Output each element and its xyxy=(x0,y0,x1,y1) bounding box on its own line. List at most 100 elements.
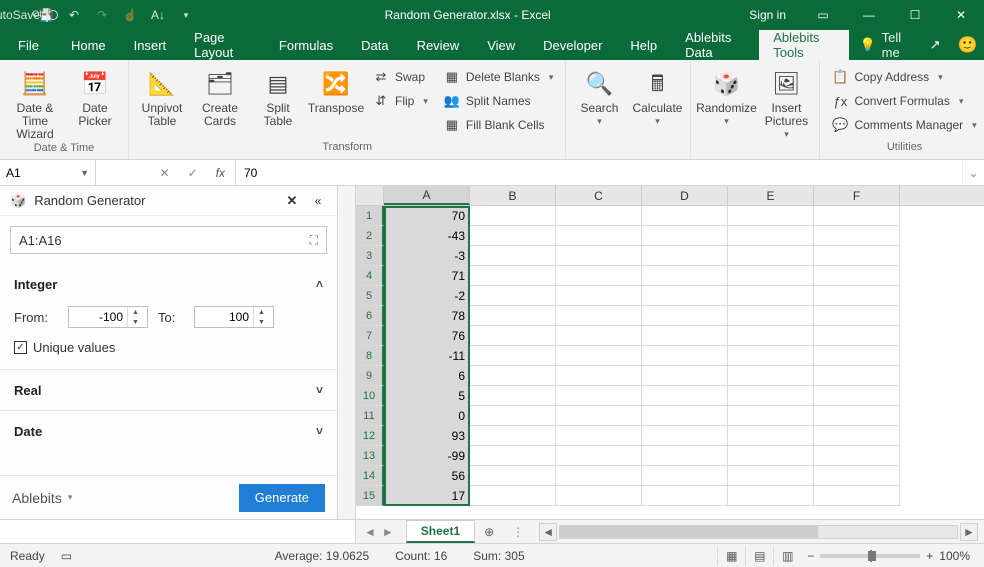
to-spinner[interactable]: ▲▼ xyxy=(194,306,274,328)
cell[interactable] xyxy=(728,446,814,466)
tab-review[interactable]: Review xyxy=(403,30,474,60)
cell[interactable] xyxy=(556,386,642,406)
cell[interactable] xyxy=(814,366,900,386)
ablebits-menu[interactable]: Ablebits xyxy=(12,490,72,506)
cell[interactable] xyxy=(556,366,642,386)
tab-page-layout[interactable]: Page Layout xyxy=(180,30,265,60)
cell[interactable]: 17 xyxy=(384,486,470,506)
cell[interactable] xyxy=(470,306,556,326)
spin-up-icon[interactable]: ▲ xyxy=(254,307,269,317)
row-header[interactable]: 3 xyxy=(356,246,384,266)
cell[interactable] xyxy=(470,266,556,286)
minimize-icon[interactable]: — xyxy=(846,0,892,30)
close-icon[interactable]: ✕ xyxy=(283,193,301,209)
grid-rows[interactable]: 1702-433-34715-26787768-1196105110129313… xyxy=(356,206,984,519)
sheet-tab-sheet1[interactable]: Sheet1 xyxy=(406,520,475,543)
flip-button[interactable]: ⇵Flip xyxy=(367,90,434,112)
expand-formula-bar-icon[interactable]: ⌄ xyxy=(962,160,984,185)
chevron-down-icon[interactable]: ▼ xyxy=(80,168,89,178)
row-header[interactable]: 13 xyxy=(356,446,384,466)
undo-icon[interactable]: ↶ xyxy=(60,0,88,30)
view-page-break-icon[interactable]: ▥ xyxy=(773,546,801,566)
sheet-nav-prev-icon[interactable]: ◄ xyxy=(364,525,376,539)
split-names-button[interactable]: 👥Split Names xyxy=(438,90,560,112)
select-all-corner[interactable] xyxy=(356,186,384,205)
tab-data[interactable]: Data xyxy=(347,30,402,60)
cell[interactable] xyxy=(642,326,728,346)
cell[interactable] xyxy=(814,346,900,366)
autosave-toggle[interactable]: AutoSave Off xyxy=(4,0,32,30)
cell[interactable] xyxy=(470,466,556,486)
spin-down-icon[interactable]: ▼ xyxy=(128,317,143,327)
cell[interactable] xyxy=(556,306,642,326)
spin-up-icon[interactable]: ▲ xyxy=(128,307,143,317)
cell[interactable]: -3 xyxy=(384,246,470,266)
cell[interactable] xyxy=(470,286,556,306)
cell[interactable] xyxy=(728,366,814,386)
cell[interactable] xyxy=(814,486,900,506)
cell[interactable] xyxy=(470,446,556,466)
cell[interactable] xyxy=(556,486,642,506)
close-icon[interactable]: ✕ xyxy=(938,0,984,30)
row-header[interactable]: 15 xyxy=(356,486,384,506)
fill-blank-cells-button[interactable]: ▦Fill Blank Cells xyxy=(438,114,560,136)
cell[interactable] xyxy=(728,306,814,326)
zoom-out-icon[interactable]: − xyxy=(807,549,814,563)
cell[interactable] xyxy=(728,466,814,486)
horizontal-scrollbar[interactable]: ◄ ► xyxy=(533,520,984,543)
formula-input[interactable]: 70 xyxy=(236,160,962,185)
cell[interactable]: 71 xyxy=(384,266,470,286)
tab-home[interactable]: Home xyxy=(57,30,120,60)
row-header[interactable]: 10 xyxy=(356,386,384,406)
tab-ablebits-tools[interactable]: Ablebits Tools xyxy=(759,30,849,60)
cell[interactable] xyxy=(642,466,728,486)
cell[interactable] xyxy=(470,206,556,226)
maximize-icon[interactable]: ☐ xyxy=(892,0,938,30)
scroll-right-icon[interactable]: ► xyxy=(960,523,978,541)
cell[interactable] xyxy=(814,286,900,306)
delete-blanks-button[interactable]: ▦Delete Blanks xyxy=(438,66,560,88)
col-header-C[interactable]: C xyxy=(556,186,642,205)
cell[interactable] xyxy=(728,206,814,226)
cell[interactable] xyxy=(814,406,900,426)
cell[interactable] xyxy=(728,266,814,286)
section-real-header[interactable]: Real ˅ xyxy=(0,370,337,410)
cell[interactable] xyxy=(556,246,642,266)
cell[interactable] xyxy=(556,266,642,286)
cell[interactable] xyxy=(728,226,814,246)
cell[interactable] xyxy=(470,426,556,446)
feedback-icon[interactable]: 🙂 xyxy=(951,30,984,60)
cell[interactable] xyxy=(556,286,642,306)
cell[interactable]: 0 xyxy=(384,406,470,426)
insert-pictures-button[interactable]: 🖼Insert Pictures xyxy=(759,64,813,140)
cell[interactable] xyxy=(814,246,900,266)
cell[interactable] xyxy=(642,446,728,466)
to-input[interactable] xyxy=(195,310,253,324)
cell[interactable] xyxy=(728,286,814,306)
cell[interactable] xyxy=(470,226,556,246)
cell[interactable] xyxy=(814,446,900,466)
cell[interactable] xyxy=(642,206,728,226)
tab-formulas[interactable]: Formulas xyxy=(265,30,347,60)
row-header[interactable]: 2 xyxy=(356,226,384,246)
sheet-nav-next-icon[interactable]: ► xyxy=(382,525,394,539)
row-header[interactable]: 14 xyxy=(356,466,384,486)
cell[interactable] xyxy=(728,386,814,406)
view-page-layout-icon[interactable]: ▤ xyxy=(745,546,773,566)
cell[interactable]: -43 xyxy=(384,226,470,246)
tell-me[interactable]: 💡Tell me xyxy=(849,30,918,60)
cell[interactable]: 70 xyxy=(384,206,470,226)
tab-file[interactable]: File xyxy=(0,30,57,60)
cell[interactable]: 76 xyxy=(384,326,470,346)
tab-insert[interactable]: Insert xyxy=(120,30,181,60)
row-header[interactable]: 1 xyxy=(356,206,384,226)
cell[interactable] xyxy=(556,326,642,346)
scroll-left-icon[interactable]: ◄ xyxy=(539,523,557,541)
redo-icon[interactable]: ↷ xyxy=(88,0,116,30)
touch-mode-icon[interactable]: ☝ xyxy=(116,0,144,30)
cell[interactable] xyxy=(470,366,556,386)
row-header[interactable]: 5 xyxy=(356,286,384,306)
cancel-icon[interactable]: ✕ xyxy=(160,166,170,180)
cell[interactable] xyxy=(728,426,814,446)
col-header-D[interactable]: D xyxy=(642,186,728,205)
